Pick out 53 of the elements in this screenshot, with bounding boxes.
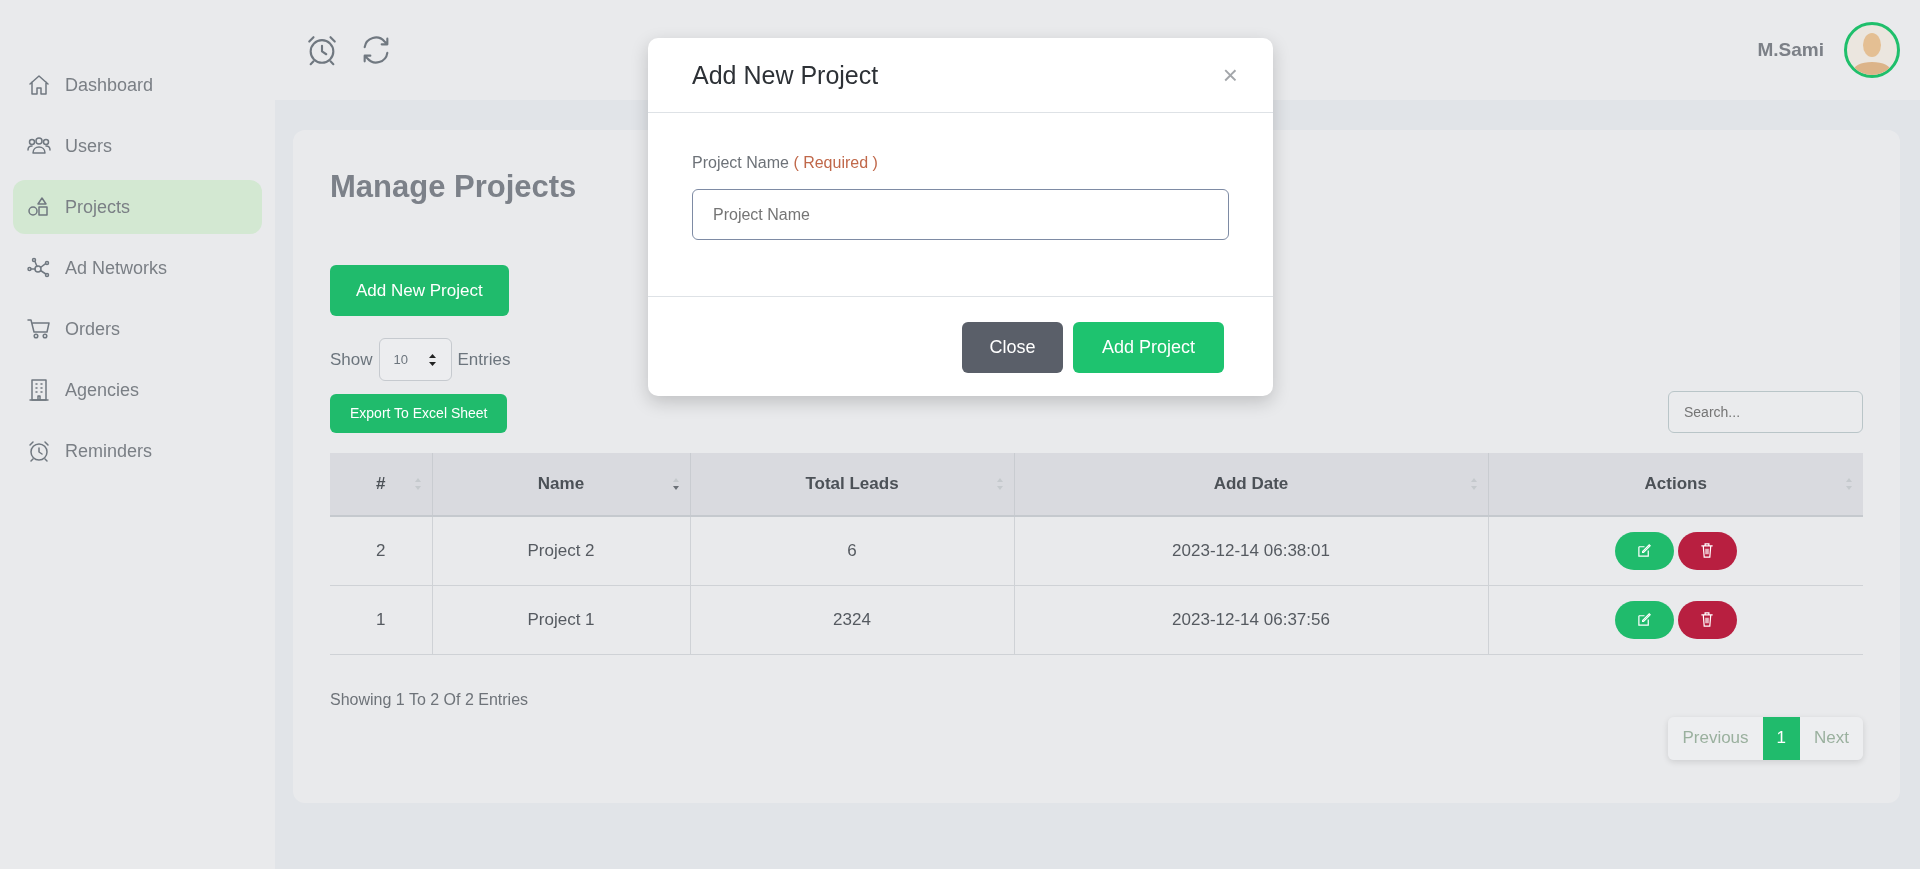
page-button[interactable]: Next: [1800, 716, 1863, 760]
sidebar-item[interactable]: Users: [13, 119, 262, 173]
sidebar-item[interactable]: Reminders: [13, 424, 262, 478]
page-button[interactable]: 1: [1762, 716, 1801, 760]
alarm-clock-icon[interactable]: [305, 33, 339, 67]
project-name-field[interactable]: Project Name: [692, 189, 1229, 240]
entries-select[interactable]: 10: [378, 338, 452, 382]
search-field[interactable]: Search...: [1668, 391, 1863, 434]
table-cell: 2324: [690, 585, 1014, 655]
sidebar-item[interactable]: Ad Networks: [13, 241, 262, 295]
table-cell: 2023-12-14 06:38:01: [1014, 516, 1488, 586]
add-project-button[interactable]: Add Project: [1073, 322, 1224, 373]
close-button[interactable]: ×: [1222, 55, 1238, 95]
cart-icon: [27, 317, 51, 341]
entries-label: Entries: [457, 348, 511, 371]
edit-icon: [1636, 612, 1652, 628]
modal-title: Add New Project: [692, 60, 879, 90]
column-header[interactable]: Name: [432, 453, 690, 517]
avatar[interactable]: [1844, 22, 1900, 78]
delete-button[interactable]: [1677, 531, 1737, 570]
entries-info: Showing 1 To 2 Of 2 Entries: [330, 689, 530, 710]
add-project-button[interactable]: Add New Project: [330, 265, 509, 317]
network-icon: [27, 256, 51, 280]
user-name: M.Sami: [1757, 37, 1824, 62]
column-header[interactable]: Actions: [1488, 453, 1863, 517]
column-header[interactable]: #: [330, 453, 432, 517]
edit-icon: [1636, 543, 1652, 559]
column-header[interactable]: Total Leads: [690, 453, 1014, 517]
table-cell: 2: [330, 516, 432, 586]
spinner-icon: [427, 352, 437, 367]
table-cell: 2023-12-14 06:37:56: [1014, 585, 1488, 655]
delete-button[interactable]: [1677, 600, 1737, 639]
sidebar-item[interactable]: Projects: [13, 180, 262, 234]
field-label: Project Name ( Required ): [692, 153, 879, 173]
table-cell: 6: [690, 516, 1014, 586]
page-title: Manage Projects: [330, 168, 578, 206]
table-cell: 1: [330, 585, 432, 655]
export-button[interactable]: Export To Excel Sheet: [330, 394, 508, 434]
sidebar-item[interactable]: Orders: [13, 302, 262, 356]
alarm-clock-icon: [27, 439, 51, 463]
sidebar-item[interactable]: Agencies: [13, 363, 262, 417]
building-icon: [27, 378, 51, 402]
trash-icon: [1700, 543, 1715, 559]
table-cell: Project 1: [432, 585, 690, 655]
sidebar-item[interactable]: Dashboard: [13, 58, 262, 112]
shapes-icon: [27, 195, 51, 219]
column-header[interactable]: Add Date: [1014, 453, 1488, 517]
trash-icon: [1700, 612, 1715, 628]
close-button[interactable]: Close: [962, 322, 1063, 373]
show-label: Show: [330, 348, 373, 371]
house-icon: [27, 73, 51, 97]
page-button[interactable]: Previous: [1668, 716, 1763, 760]
table-cell: Project 2: [432, 516, 690, 586]
